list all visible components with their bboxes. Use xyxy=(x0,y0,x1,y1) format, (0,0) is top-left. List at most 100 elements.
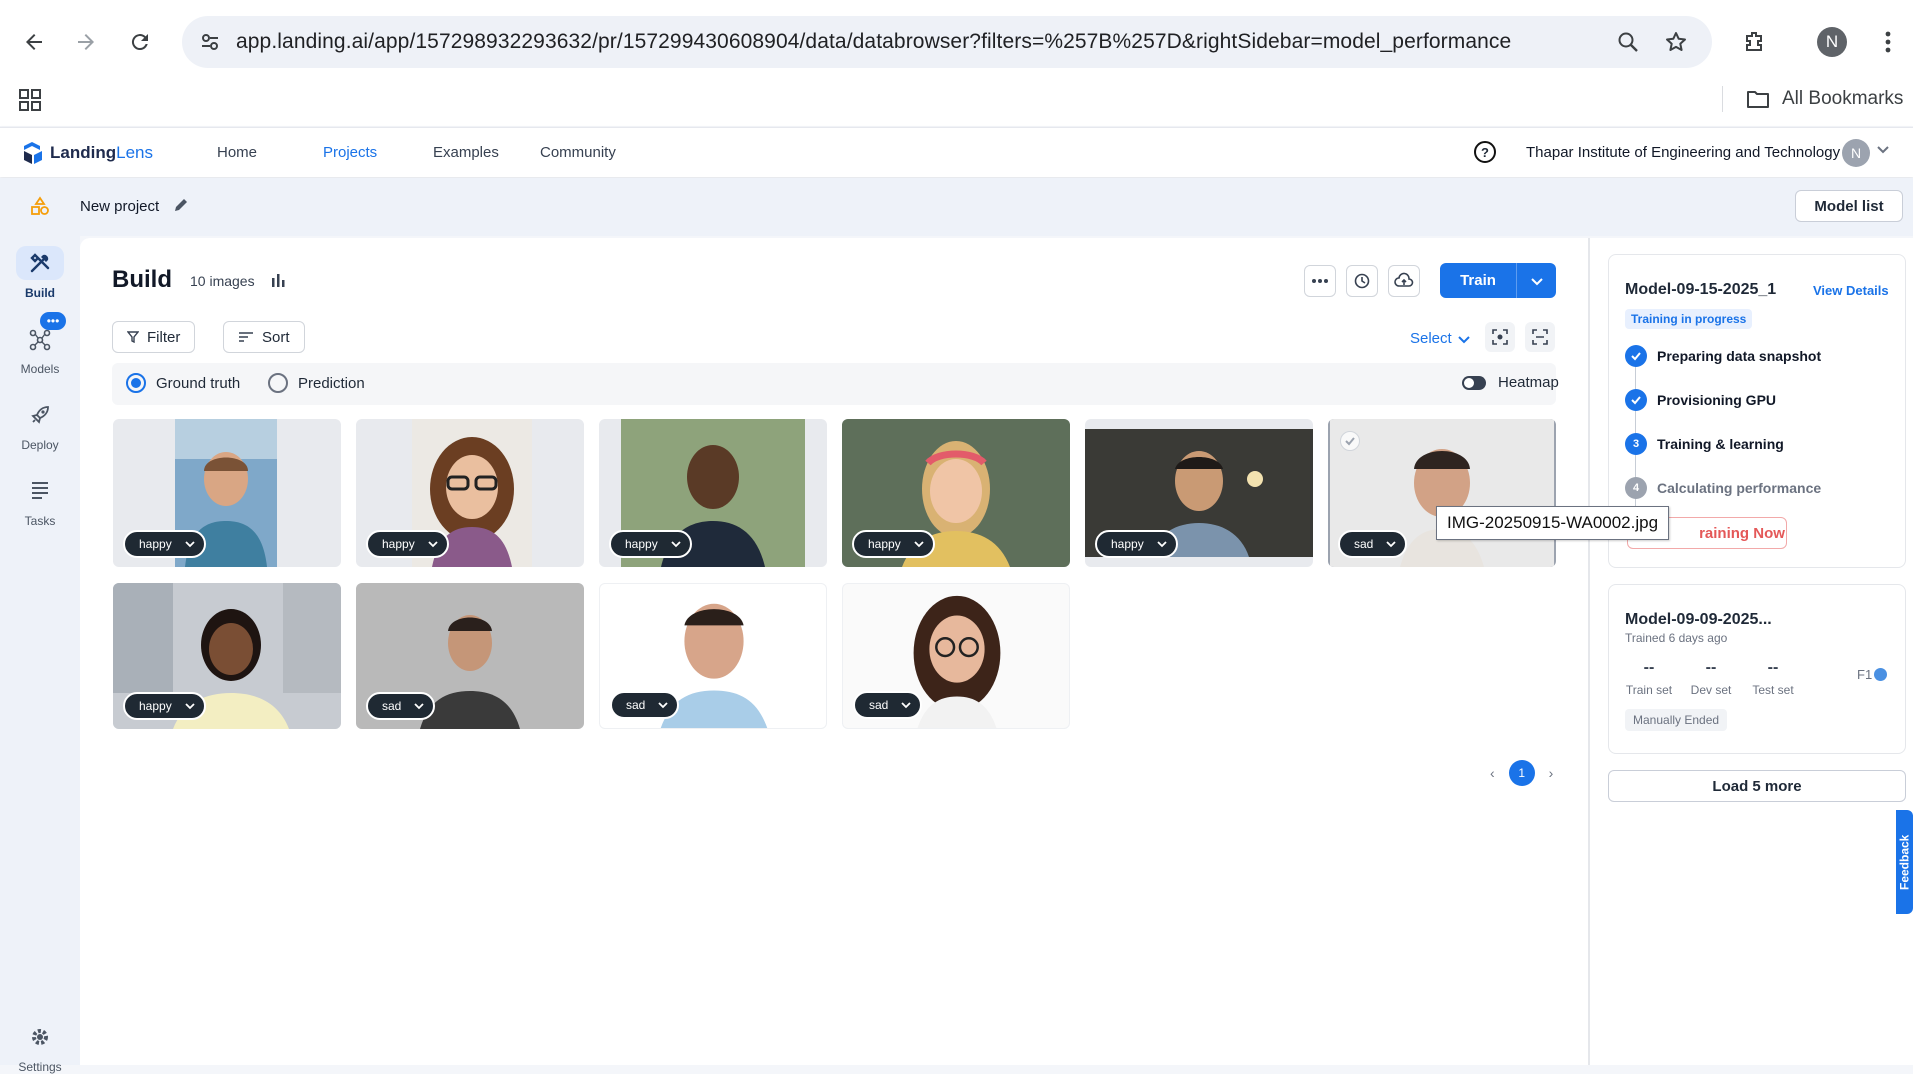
browser-menu-icon[interactable] xyxy=(1868,22,1908,62)
logo-icon xyxy=(24,142,42,164)
step-number: 3 xyxy=(1625,433,1647,455)
rail-build-label: Build xyxy=(25,286,55,300)
image-card[interactable]: happy xyxy=(113,583,341,729)
models-badge: ••• xyxy=(40,312,66,330)
image-card[interactable]: sad xyxy=(599,583,827,729)
label-chip[interactable]: happy xyxy=(609,530,692,558)
pencil-icon[interactable] xyxy=(172,196,190,219)
model-list-button[interactable]: Model list xyxy=(1795,190,1903,222)
label-chip[interactable]: sad xyxy=(366,692,436,720)
chevron-down-icon[interactable] xyxy=(1876,142,1890,161)
label-chip[interactable]: sad xyxy=(1338,530,1408,558)
image-card[interactable]: sad xyxy=(1328,419,1556,567)
back-icon[interactable] xyxy=(14,22,54,62)
url-text[interactable]: app.landing.ai/app/157298932293632/pr/15… xyxy=(236,30,1511,54)
label-chip[interactable]: happy xyxy=(1095,530,1178,558)
step-training: 3 Training & learning xyxy=(1625,433,1784,455)
heatmap-toggle[interactable]: Heatmap xyxy=(1462,374,1559,391)
nav-home[interactable]: Home xyxy=(217,144,257,161)
apps-grid-icon[interactable] xyxy=(10,80,50,120)
bookmarks-bar: All Bookmarks xyxy=(0,76,1913,126)
train-label[interactable]: Train xyxy=(1440,272,1516,289)
rail-build[interactable]: Build xyxy=(0,246,80,300)
project-bar: New project Model list xyxy=(0,178,1913,236)
bookmark-star-icon[interactable] xyxy=(1656,22,1696,62)
select-checkbox[interactable] xyxy=(1340,431,1360,451)
model-name: Model-09-09-2025... xyxy=(1625,611,1772,628)
feedback-tab[interactable]: Feedback xyxy=(1896,810,1913,914)
rail-deploy[interactable]: Deploy xyxy=(0,398,80,452)
label-chip[interactable]: happy xyxy=(852,530,935,558)
focus-icon xyxy=(1492,329,1508,345)
label-chip[interactable]: happy xyxy=(123,530,206,558)
label-chip[interactable]: sad xyxy=(610,691,680,719)
history-button[interactable] xyxy=(1346,265,1378,297)
nav-examples[interactable]: Examples xyxy=(433,144,499,161)
page-title: Build xyxy=(112,266,172,293)
test-set-metric: -- Test set xyxy=(1752,659,1794,697)
image-card[interactable]: happy xyxy=(1085,419,1313,567)
status-badge: Training in progress xyxy=(1625,309,1753,329)
page-number[interactable]: 1 xyxy=(1508,760,1535,786)
forward-icon[interactable] xyxy=(66,22,106,62)
reload-icon[interactable] xyxy=(120,22,160,62)
upload-button[interactable] xyxy=(1388,265,1420,297)
train-set-metric: -- Train set xyxy=(1625,659,1673,697)
step-preparing: Preparing data snapshot xyxy=(1625,345,1821,367)
model-card-previous[interactable]: Model-09-09-2025... Trained 6 days ago -… xyxy=(1608,584,1906,754)
profile-avatar[interactable]: N xyxy=(1812,22,1852,62)
extensions-icon[interactable] xyxy=(1734,22,1774,62)
folder-icon xyxy=(1747,91,1769,108)
rail-tasks[interactable]: Tasks xyxy=(0,474,80,528)
ground-truth-radio[interactable]: Ground truth xyxy=(126,373,240,393)
sort-button[interactable]: Sort xyxy=(223,321,305,353)
label-chip[interactable]: sad xyxy=(853,691,923,719)
label-chip[interactable]: happy xyxy=(366,530,449,558)
more-options-button[interactable] xyxy=(1304,265,1336,297)
chevron-down-icon xyxy=(1157,541,1167,548)
image-card[interactable]: happy xyxy=(113,419,341,567)
image-card[interactable]: happy xyxy=(599,419,827,567)
site-settings-icon[interactable] xyxy=(190,22,230,62)
focus-view-button[interactable] xyxy=(1485,322,1515,352)
load-more-button[interactable]: Load 5 more xyxy=(1608,770,1906,802)
fullscreen-button[interactable] xyxy=(1525,322,1555,352)
sort-label: Sort xyxy=(262,328,290,346)
step-label: Training & learning xyxy=(1657,436,1784,452)
org-name[interactable]: Thapar Institute of Engineering and Tech… xyxy=(1526,144,1840,161)
chevron-down-icon[interactable] xyxy=(1517,274,1556,288)
image-card[interactable]: sad xyxy=(356,583,584,729)
sort-icon xyxy=(239,332,253,342)
info-icon[interactable] xyxy=(1874,668,1888,681)
next-page-icon[interactable]: › xyxy=(1549,765,1554,781)
prediction-radio[interactable]: Prediction xyxy=(268,373,365,393)
image-card[interactable]: happy xyxy=(356,419,584,567)
select-dropdown[interactable]: Select xyxy=(1410,330,1470,347)
label-chip[interactable]: happy xyxy=(123,692,206,720)
filter-label: Filter xyxy=(147,328,181,346)
user-avatar[interactable]: N xyxy=(1842,139,1870,167)
prev-page-icon[interactable]: ‹ xyxy=(1490,765,1495,781)
label-text: happy xyxy=(382,537,415,551)
landinglens-logo[interactable]: LandingLens xyxy=(22,140,153,166)
nav-projects[interactable]: Projects xyxy=(323,144,377,161)
filter-button[interactable]: Filter xyxy=(112,321,196,353)
zoom-icon[interactable] xyxy=(1608,22,1648,62)
view-details-link[interactable]: View Details xyxy=(1813,283,1889,298)
nav-community[interactable]: Community xyxy=(540,144,616,161)
dev-set-metric: -- Dev set xyxy=(1690,659,1732,697)
all-bookmarks-button[interactable]: All Bookmarks xyxy=(1746,82,1903,116)
chevron-down-icon xyxy=(901,702,911,709)
image-card[interactable]: happy xyxy=(842,419,1070,567)
rail-settings[interactable]: Settings xyxy=(0,1020,80,1074)
label-text: happy xyxy=(139,699,172,713)
address-bar[interactable]: app.landing.ai/app/157298932293632/pr/15… xyxy=(182,16,1712,68)
train-button[interactable]: Train xyxy=(1440,263,1556,298)
label-text: happy xyxy=(139,537,172,551)
image-card[interactable]: sad xyxy=(842,583,1070,729)
toggle-switch-icon[interactable] xyxy=(1462,375,1486,390)
bar-chart-icon[interactable] xyxy=(270,272,286,293)
rail-models[interactable]: ••• Models xyxy=(0,312,80,376)
help-icon[interactable]: ? xyxy=(1474,141,1496,163)
project-shapes-icon xyxy=(30,196,50,221)
